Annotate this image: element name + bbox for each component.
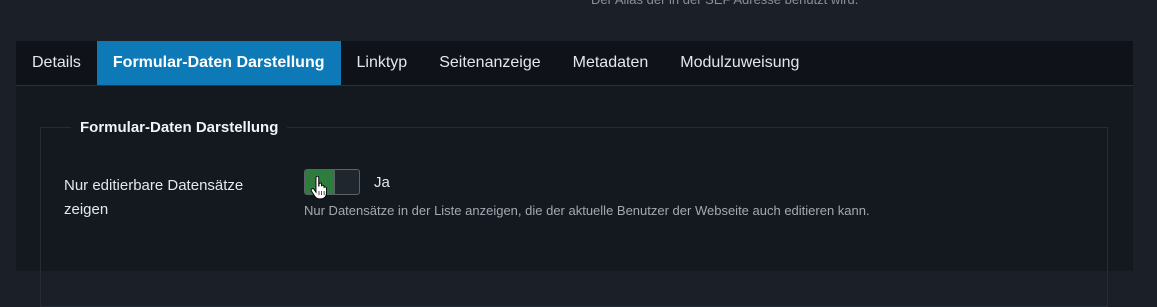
field-label-editable-only: Nur editierbare Datensätze zeigen — [64, 177, 244, 218]
tab-linktyp[interactable]: Linktyp — [341, 41, 424, 85]
tab-panel: Details Formular-Daten Darstellung Linkt… — [16, 41, 1133, 307]
section-legend: Formular-Daten Darstellung — [71, 117, 288, 139]
tab-bar: Details Formular-Daten Darstellung Linkt… — [16, 41, 1133, 86]
field-help-text: Nur Datensätze in der Liste anzeigen, di… — [304, 203, 870, 218]
tab-seitenanzeige[interactable]: Seitenanzeige — [423, 41, 556, 85]
tab-formular-daten-darstellung[interactable]: Formular-Daten Darstellung — [96, 41, 341, 85]
switch-state-label: Ja — [374, 174, 390, 191]
tab-details[interactable]: Details — [16, 41, 97, 85]
hand-pointer-icon — [310, 176, 327, 200]
switch-divider — [334, 170, 335, 194]
tab-modulzuweisung[interactable]: Modulzuweisung — [664, 41, 815, 85]
alias-help-text: Der Alias der in der SEF Adresse benutzt… — [591, 0, 858, 8]
tab-metadaten[interactable]: Metadaten — [557, 41, 665, 85]
